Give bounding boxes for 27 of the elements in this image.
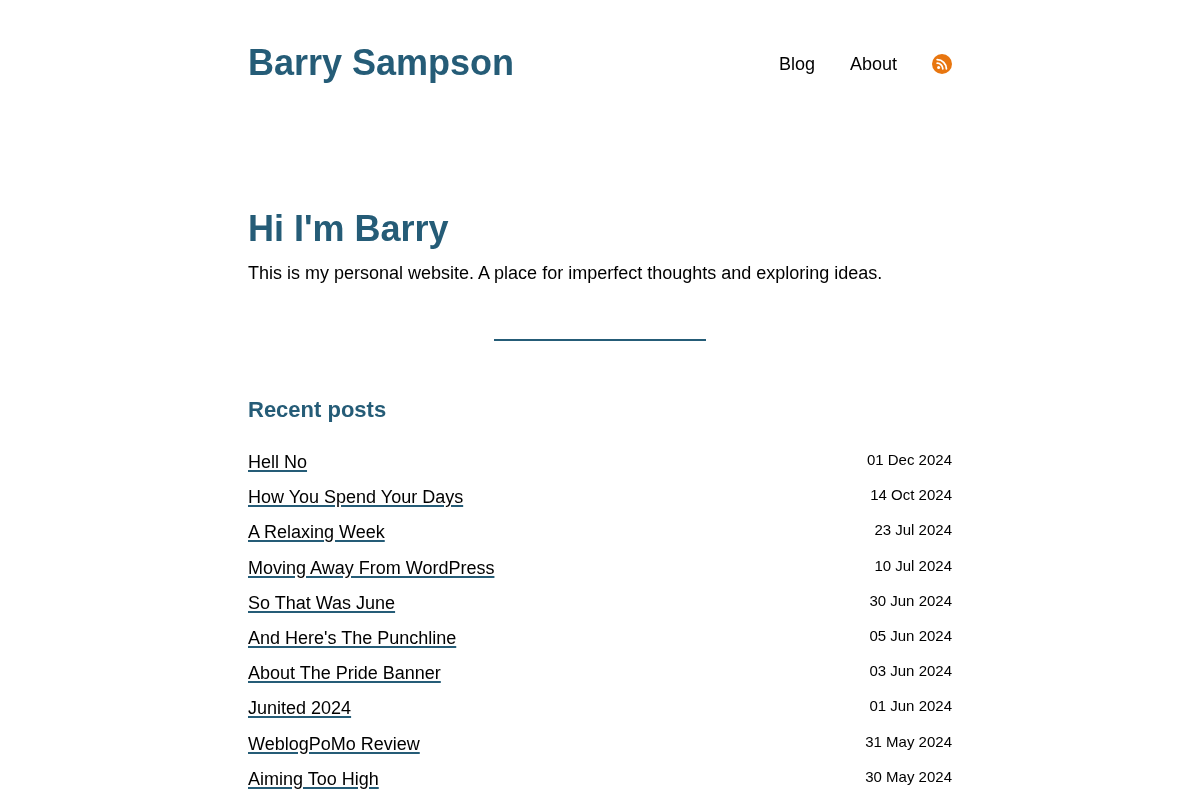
post-link[interactable]: So That Was June — [248, 589, 396, 616]
post-date: 30 Jun 2024 — [869, 590, 952, 611]
post-date: 05 Jun 2024 — [869, 625, 952, 646]
post-link[interactable]: How You Spend Your Days — [248, 484, 464, 511]
post-date: 03 Jun 2024 — [869, 661, 952, 682]
post-link[interactable]: Moving Away From WordPress — [248, 554, 495, 581]
post-link[interactable]: A Relaxing Week — [248, 519, 385, 546]
hero-heading: Hi I'm Barry — [248, 207, 450, 251]
post-link[interactable]: And Here's The Punchline — [248, 624, 457, 651]
site-title[interactable]: Barry Sampson — [248, 41, 515, 85]
post-date: 10 Jul 2024 — [874, 555, 952, 576]
post-date: 14 Oct 2024 — [870, 485, 952, 506]
post-link[interactable]: Hell No — [248, 449, 308, 475]
post-link[interactable]: About The Pride Banner — [248, 660, 441, 687]
nav-link[interactable]: About — [849, 51, 897, 76]
post-link[interactable]: Junited 2024 — [248, 695, 352, 722]
post-date: 01 Jun 2024 — [869, 696, 952, 717]
post-date: 23 Jul 2024 — [874, 520, 952, 541]
intro-text: This is my personal website. A place for imperfect thoughts and exploring ideas. — [248, 262, 884, 285]
nav-link[interactable]: Blog — [778, 51, 815, 76]
post-link[interactable]: WeblogPoMo Review — [248, 730, 420, 757]
post-date: 30 May 2024 — [865, 766, 952, 787]
post-date: 31 May 2024 — [865, 731, 952, 752]
post-link[interactable]: Aiming Too High — [248, 765, 379, 792]
rss-icon[interactable] — [932, 53, 952, 74]
section-heading: Recent posts — [248, 396, 388, 424]
post-date: 01 Dec 2024 — [866, 450, 952, 470]
